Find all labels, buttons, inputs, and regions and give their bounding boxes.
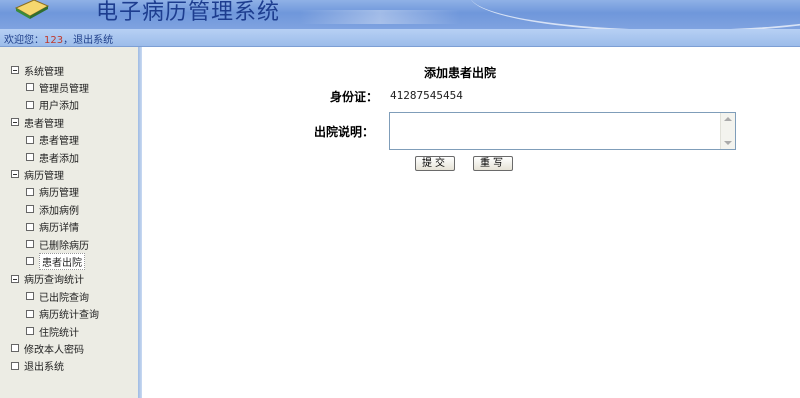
node-icon <box>26 205 34 214</box>
sidebar-item[interactable]: 患者添加 <box>26 149 79 165</box>
sidebar-item-label: 病历管理 <box>24 170 64 182</box>
sidebar-item[interactable]: 病历管理 <box>11 166 64 182</box>
node-icon <box>26 83 34 92</box>
sidebar-item-label: 病历详情 <box>39 223 79 235</box>
logout-link[interactable]: 退出系统 <box>73 35 113 46</box>
sidebar-item-label: 住院统计 <box>39 327 79 339</box>
sidebar-item[interactable]: 退出系统 <box>11 358 64 374</box>
sidebar-item[interactable]: 已出院查询 <box>26 288 89 304</box>
submit-button[interactable]: 提交 <box>415 156 455 171</box>
sidebar-item[interactable]: 已删除病历 <box>26 236 89 252</box>
sidebar-item[interactable]: 用户添加 <box>26 97 79 113</box>
header-swoosh <box>470 0 800 29</box>
node-icon <box>26 135 34 144</box>
app-title: 电子病历管理系统 <box>96 0 281 25</box>
sidebar-item[interactable]: 住院统计 <box>26 323 79 339</box>
sidebar-item[interactable]: 管理员管理 <box>26 79 89 95</box>
scroll-down-icon[interactable] <box>724 141 732 145</box>
form-title: 添加患者出院 <box>424 66 497 80</box>
sidebar-item[interactable]: 病历查询统计 <box>11 271 84 287</box>
sidebar-item-label: 患者出院 <box>39 252 85 270</box>
node-icon[interactable] <box>11 344 19 353</box>
note-label: 出院说明： <box>314 125 375 139</box>
sidebar-item-label: 修改本人密码 <box>24 344 84 356</box>
reset-button[interactable]: 重写 <box>473 156 513 171</box>
sidebar-item-label: 添加病例 <box>39 205 79 217</box>
sidebar-item-label: 患者添加 <box>39 153 79 165</box>
sidebar-item-label: 已删除病历 <box>39 240 89 252</box>
sidebar-item-label: 退出系统 <box>24 362 64 374</box>
sidebar-item[interactable]: 病历详情 <box>26 219 79 235</box>
sidebar-item[interactable]: 患者管理 <box>11 114 64 130</box>
sidebar-divider <box>138 47 142 398</box>
node-icon <box>26 257 34 266</box>
sidebar-item-label: 用户添加 <box>39 101 79 113</box>
node-icon <box>26 292 34 301</box>
sidebar-item-label: 系统管理 <box>24 66 64 78</box>
node-icon[interactable] <box>11 361 19 370</box>
welcome-text: 欢迎您： <box>4 35 44 46</box>
node-icon <box>26 187 34 196</box>
username: 123 <box>44 35 64 46</box>
sidebar-item-label: 病历查询统计 <box>24 275 84 287</box>
sidebar-item[interactable]: 修改本人密码 <box>11 340 84 356</box>
id-value: 41287545454 <box>390 89 463 102</box>
sidebar-item-label: 已出院查询 <box>39 292 89 304</box>
collapse-toggle-icon[interactable] <box>11 66 19 74</box>
sidebar: 系统管理 管理员管理 用户添加 患者管理 患者管理 患者添加 病历管理 病历管理 添加病例 病历详… <box>0 47 139 398</box>
node-icon <box>26 327 34 335</box>
header-shine <box>300 10 460 24</box>
node-icon <box>26 153 34 161</box>
sidebar-item-label: 病历统计查询 <box>39 310 99 322</box>
textarea-scrollbar[interactable] <box>720 113 735 149</box>
node-icon <box>26 100 34 109</box>
sidebar-item[interactable]: 患者管理 <box>26 132 79 148</box>
user-bar: 欢迎您：123，退出系统 <box>0 29 800 47</box>
discharge-note-textarea[interactable] <box>389 112 736 150</box>
separator: ， <box>63 35 74 46</box>
sidebar-item-label: 病历管理 <box>39 188 79 200</box>
scroll-up-icon[interactable] <box>724 117 732 121</box>
sidebar-item[interactable]: 系统管理 <box>11 62 64 78</box>
id-label: 身份证： <box>330 90 379 104</box>
collapse-toggle-icon[interactable] <box>11 170 19 179</box>
sidebar-item-label: 患者管理 <box>24 118 64 130</box>
sidebar-item[interactable]: 添加病例 <box>26 201 79 217</box>
sidebar-item[interactable]: 病历管理 <box>26 184 79 200</box>
node-icon <box>26 222 34 231</box>
collapse-toggle-icon[interactable] <box>11 274 19 283</box>
header-banner: 电子病历管理系统 <box>0 0 800 29</box>
sidebar-item[interactable]: 患者出院 <box>26 252 85 270</box>
collapse-toggle-icon[interactable] <box>11 118 19 127</box>
book-logo-icon <box>14 0 50 19</box>
node-icon <box>26 240 34 248</box>
node-icon <box>26 309 34 318</box>
sidebar-item-label: 患者管理 <box>39 136 79 148</box>
sidebar-item[interactable]: 病历统计查询 <box>26 306 99 322</box>
sidebar-item-label: 管理员管理 <box>39 83 89 95</box>
